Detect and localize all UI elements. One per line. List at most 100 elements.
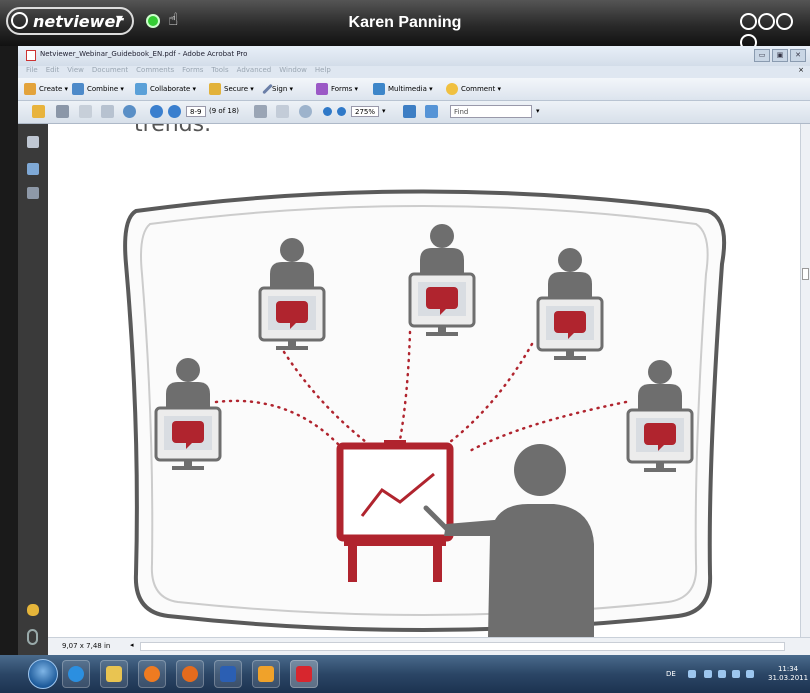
- language-indicator[interactable]: DE: [666, 670, 676, 678]
- firefox-icon: [182, 666, 198, 682]
- find-dropdown-icon[interactable]: ▾: [536, 107, 540, 115]
- menu-help[interactable]: Help: [315, 66, 331, 74]
- maximize-button[interactable]: ▣: [772, 49, 788, 62]
- collaborate-icon: [135, 83, 147, 95]
- previous-page-icon[interactable]: [150, 105, 163, 118]
- forms-icon: [316, 83, 328, 95]
- pdf-file-icon: [26, 50, 36, 61]
- acrobat-window: Netviewer_Webinar_Guidebook_EN.pdf - Ado…: [18, 46, 810, 656]
- taskbar-ie[interactable]: [62, 660, 90, 688]
- monitor-icon[interactable]: [732, 670, 740, 678]
- clock-time: 11:34: [777, 665, 799, 673]
- menu-document[interactable]: Document: [92, 66, 128, 74]
- scroll-thumb[interactable]: [802, 268, 809, 280]
- fit-page-icon[interactable]: [403, 105, 416, 118]
- taskbar-media-player[interactable]: [138, 660, 166, 688]
- comments-panel-icon[interactable]: [27, 604, 39, 616]
- acrobat-titlebar: Netviewer_Webinar_Guidebook_EN.pdf - Ado…: [18, 46, 810, 66]
- comment-button[interactable]: Comment ▾: [446, 83, 501, 95]
- scroll-left-icon[interactable]: ◂: [130, 641, 134, 649]
- full-screen-icon[interactable]: [425, 105, 438, 118]
- multimedia-icon: [373, 83, 385, 95]
- menu-file[interactable]: File: [26, 66, 38, 74]
- lock-icon: [209, 83, 221, 95]
- hand-tool-icon[interactable]: [276, 105, 289, 118]
- print-icon[interactable]: [56, 105, 69, 118]
- secure-button[interactable]: Secure ▾: [209, 83, 254, 95]
- collaborate-button[interactable]: Collaborate ▾: [135, 83, 196, 95]
- volume-icon[interactable]: [746, 670, 754, 678]
- create-button[interactable]: Create ▾: [24, 83, 68, 95]
- menu-view[interactable]: View: [67, 66, 84, 74]
- create-icon: [24, 83, 36, 95]
- status-bar: 9,07 x 7,48 in ◂: [48, 637, 810, 656]
- forms-button[interactable]: Forms ▾: [316, 83, 358, 95]
- multimedia-button[interactable]: Multimedia ▾: [373, 83, 433, 95]
- combine-button[interactable]: Combine ▾: [72, 83, 124, 95]
- navigation-pane: [18, 124, 48, 655]
- menu-window[interactable]: Window: [279, 66, 307, 74]
- zoom-out-icon[interactable]: [323, 107, 332, 116]
- clock[interactable]: 11:34 31.03.2011: [768, 665, 808, 683]
- windows-taskbar: DE 11:34 31.03.2011: [0, 655, 810, 693]
- ie-icon: [68, 666, 84, 682]
- combine-icon: [72, 83, 84, 95]
- page-size-label: 9,07 x 7,48 in: [62, 642, 111, 650]
- menu-advanced[interactable]: Advanced: [237, 66, 272, 74]
- taskbar-outlook[interactable]: [252, 660, 280, 688]
- tray-expand-icon[interactable]: [688, 670, 696, 678]
- save-icon[interactable]: [79, 105, 92, 118]
- minimize-button[interactable]: ▭: [754, 49, 770, 62]
- sign-button[interactable]: Sign ▾: [262, 83, 293, 95]
- comment-icon: [446, 83, 458, 95]
- taskbar-firefox[interactable]: [176, 660, 204, 688]
- menu-forms[interactable]: Forms: [182, 66, 203, 74]
- attachments-icon[interactable]: [27, 629, 38, 645]
- network-icon[interactable]: [704, 670, 712, 678]
- session-user-name: Karen Panning: [348, 14, 462, 31]
- zoom-in-icon[interactable]: [337, 107, 346, 116]
- media-player-icon: [144, 666, 160, 682]
- menu-edit[interactable]: Edit: [46, 66, 60, 74]
- menu-tools[interactable]: Tools: [211, 66, 228, 74]
- clock-date: 31.03.2011: [768, 674, 809, 682]
- acrobat-icon: [296, 666, 312, 682]
- taskbar-explorer[interactable]: [100, 660, 128, 688]
- open-folder-icon[interactable]: [32, 105, 45, 118]
- explorer-icon: [106, 666, 122, 682]
- pages-icon[interactable]: [27, 136, 39, 148]
- bookmarks-icon[interactable]: [27, 163, 39, 175]
- word-icon: [220, 666, 236, 682]
- system-tray: DE 11:34 31.03.2011: [658, 661, 810, 687]
- netviewer-bar: netviewer ▾ ☝ Karen Panning: [0, 0, 810, 51]
- start-button[interactable]: [28, 659, 58, 689]
- find-input[interactable]: Find: [450, 105, 532, 118]
- flag-icon[interactable]: [718, 670, 726, 678]
- restore-icon[interactable]: [740, 13, 757, 30]
- navigation-toolbar: 8-9 (9 of 18) 275% ▾ Find ▾: [18, 101, 810, 124]
- close-button[interactable]: ✕: [790, 49, 806, 62]
- horizontal-scrollbar[interactable]: [140, 642, 785, 651]
- signatures-icon[interactable]: [27, 187, 39, 199]
- taskbar-word[interactable]: [214, 660, 242, 688]
- tasks-toolbar: Create ▾ Combine ▾ Collaborate ▾ Secure …: [18, 78, 810, 101]
- page-number-input[interactable]: 8-9: [186, 106, 206, 117]
- window-title: Netviewer_Webinar_Guidebook_EN.pdf - Ado…: [40, 50, 248, 58]
- webinar-illustration: [123, 189, 727, 637]
- doc-heading-fragment: trends.: [134, 124, 212, 137]
- vertical-scrollbar[interactable]: [800, 124, 810, 637]
- close-document-icon[interactable]: ×: [798, 66, 804, 74]
- select-tool-icon[interactable]: [254, 105, 267, 118]
- menu-comments[interactable]: Comments: [136, 66, 174, 74]
- email-icon[interactable]: [101, 105, 114, 118]
- globe-icon[interactable]: [123, 105, 136, 118]
- taskbar-acrobat[interactable]: [290, 660, 318, 688]
- outlook-icon: [258, 666, 274, 682]
- zoom-dropdown-icon[interactable]: ▾: [382, 107, 386, 115]
- zoom-tool-icon[interactable]: [299, 105, 312, 118]
- menu-bar: File Edit View Document Comments Forms Tools Ad…: [18, 66, 810, 78]
- maximize-icon[interactable]: [776, 13, 793, 30]
- minimize-icon[interactable]: [758, 13, 775, 30]
- zoom-level-input[interactable]: 275%: [351, 106, 379, 117]
- next-page-icon[interactable]: [168, 105, 181, 118]
